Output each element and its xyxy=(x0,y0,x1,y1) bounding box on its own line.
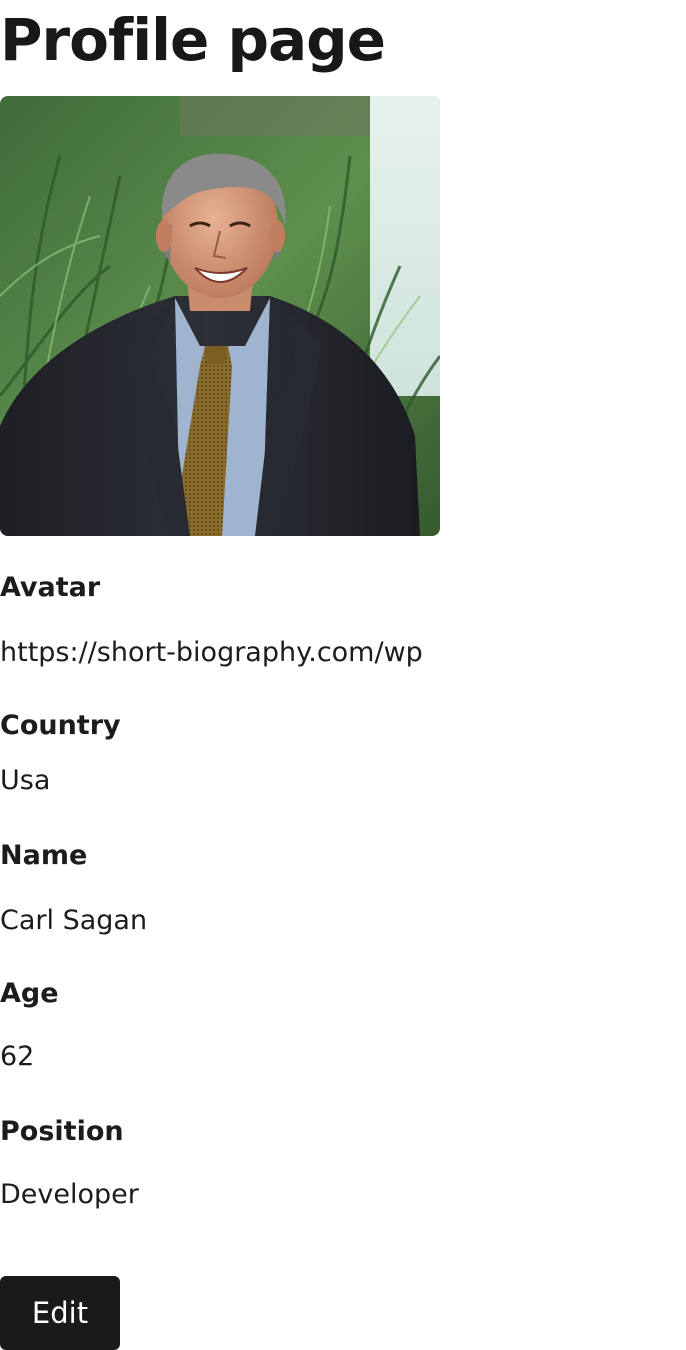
edit-button[interactable]: Edit xyxy=(0,1276,120,1350)
avatar-image xyxy=(0,96,440,536)
avatar-label: Avatar xyxy=(0,572,101,603)
age-label: Age xyxy=(0,978,59,1009)
position-value: Developer xyxy=(0,1179,139,1210)
country-value: Usa xyxy=(0,765,51,796)
name-label: Name xyxy=(0,840,88,871)
name-value: Carl Sagan xyxy=(0,905,148,936)
page-title: Profile page xyxy=(0,6,386,74)
country-label: Country xyxy=(0,710,121,741)
position-label: Position xyxy=(0,1116,124,1147)
age-value: 62 xyxy=(0,1041,35,1072)
avatar-url-value: https://short-biography.com/wp xyxy=(0,637,423,668)
